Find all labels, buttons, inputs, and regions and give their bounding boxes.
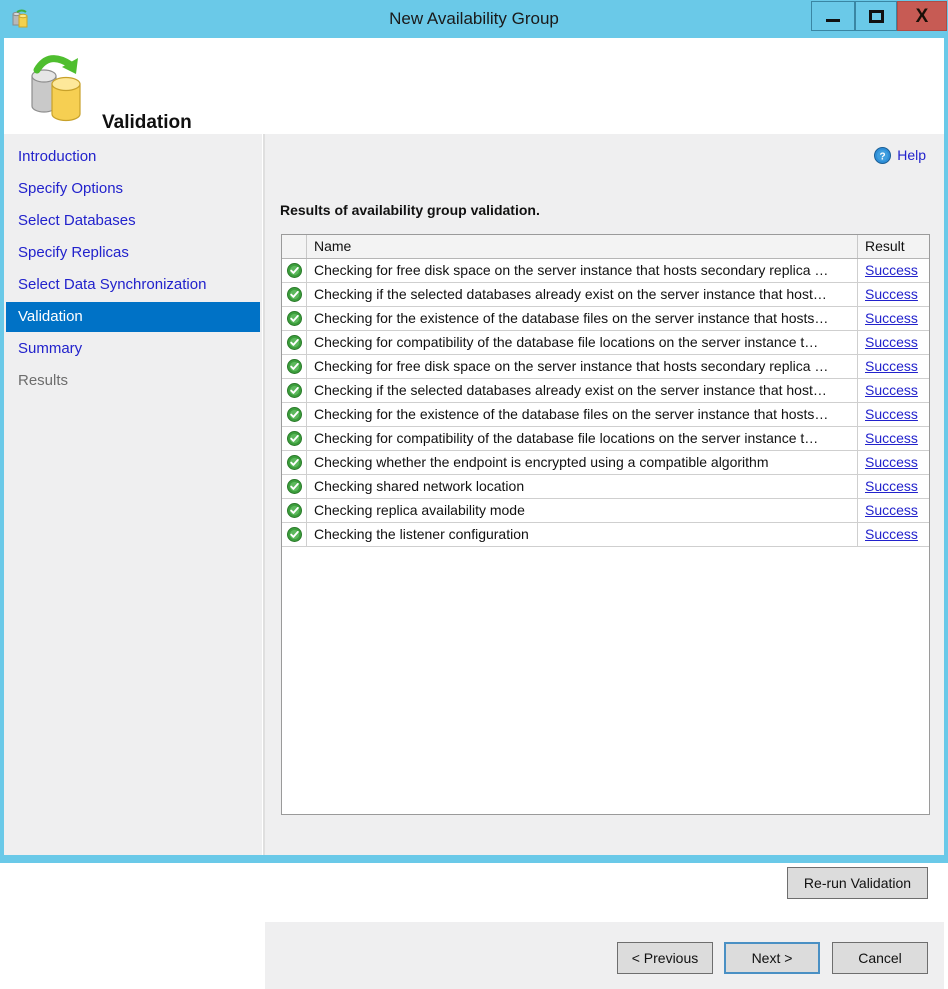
help-circle-icon: ? [874,147,891,164]
svg-text:?: ? [880,151,886,162]
table-row[interactable]: Checking for the existence of the databa… [282,307,929,331]
success-check-icon [282,523,307,546]
success-check-icon [282,499,307,522]
sidebar-item-specify-options[interactable]: Specify Options [6,174,260,204]
previous-button[interactable]: < Previous [617,942,713,974]
validation-check-name: Checking for free disk space on the serv… [307,259,858,282]
validation-result-cell: Success [858,307,929,330]
validation-result-cell: Success [858,451,929,474]
minimize-icon [826,19,840,22]
validation-result-cell: Success [858,331,929,354]
result-link[interactable]: Success [865,406,918,422]
validation-result-cell: Success [858,355,929,378]
result-link[interactable]: Success [865,382,918,398]
result-link[interactable]: Success [865,502,918,518]
validation-check-name: Checking for compatibility of the databa… [307,427,858,450]
next-button[interactable]: Next > [724,942,820,974]
sidebar-item-introduction[interactable]: Introduction [6,142,260,172]
validation-result-cell: Success [858,499,929,522]
maximize-button[interactable] [855,1,897,31]
result-link[interactable]: Success [865,334,918,350]
validation-check-name: Checking if the selected databases alrea… [307,379,858,402]
result-link[interactable]: Success [865,478,918,494]
table-row[interactable]: Checking for compatibility of the databa… [282,427,929,451]
help-link[interactable]: ? Help [874,145,926,165]
validation-check-name: Checking the listener configuration [307,523,858,546]
validation-check-name: Checking for compatibility of the databa… [307,331,858,354]
wizard-sidebar: Introduction Specify Options Select Data… [4,134,262,855]
validation-check-name: Checking for free disk space on the serv… [307,355,858,378]
validation-result-cell: Success [858,259,929,282]
success-check-icon [282,451,307,474]
success-check-icon [282,475,307,498]
validation-check-name: Checking whether the endpoint is encrypt… [307,451,858,474]
new-availability-group-window: New Availability Group X Valid [0,0,948,863]
minimize-button[interactable] [811,1,855,31]
sidebar-item-validation[interactable]: Validation [6,302,260,332]
validation-result-cell: Success [858,403,929,426]
table-row[interactable]: Checking for compatibility of the databa… [282,331,929,355]
column-header-result[interactable]: Result [858,235,929,258]
success-check-icon [282,355,307,378]
window-title: New Availability Group [0,0,948,38]
validation-result-cell: Success [858,523,929,546]
result-link[interactable]: Success [865,526,918,542]
validation-check-name: Checking replica availability mode [307,499,858,522]
title-bar: New Availability Group X [0,0,948,38]
close-icon: X [916,7,929,26]
table-row[interactable]: Checking if the selected databases alrea… [282,379,929,403]
table-row[interactable]: Checking for free disk space on the serv… [282,259,929,283]
table-row[interactable]: Checking for the existence of the databa… [282,403,929,427]
column-header-status[interactable] [282,235,307,258]
validation-result-cell: Success [858,427,929,450]
validation-result-cell: Success [858,379,929,402]
success-check-icon [282,331,307,354]
success-check-icon [282,427,307,450]
maximize-icon [869,10,884,23]
validation-check-name: Checking if the selected databases alrea… [307,283,858,306]
close-button[interactable]: X [897,1,947,31]
result-link[interactable]: Success [865,262,918,278]
sidebar-item-summary[interactable]: Summary [6,334,260,364]
success-check-icon [282,283,307,306]
footer-bar: < Previous Next > Cancel [265,922,944,989]
validation-result-cell: Success [858,475,929,498]
content-panel: ? Help Results of availability group val… [265,134,944,855]
table-row[interactable]: Checking shared network location Success [282,475,929,499]
results-caption: Results of availability group validation… [280,202,540,218]
cancel-button[interactable]: Cancel [832,942,928,974]
sidebar-item-select-data-synchronization[interactable]: Select Data Synchronization [6,270,260,300]
validation-check-name: Checking for the existence of the databa… [307,307,858,330]
sidebar-item-results: Results [6,366,260,396]
sidebar-item-select-databases[interactable]: Select Databases [6,206,260,236]
result-link[interactable]: Success [865,358,918,374]
success-check-icon [282,259,307,282]
success-check-icon [282,307,307,330]
database-sync-icon [18,46,94,126]
table-row[interactable]: Checking if the selected databases alrea… [282,283,929,307]
validation-check-name: Checking for the existence of the databa… [307,403,858,426]
window-body: Introduction Specify Options Select Data… [4,134,944,855]
sidebar-item-specify-replicas[interactable]: Specify Replicas [6,238,260,268]
validation-result-cell: Success [858,283,929,306]
table-row[interactable]: Checking for free disk space on the serv… [282,355,929,379]
page-header: Validation [4,38,944,134]
result-link[interactable]: Success [865,310,918,326]
page-title: Validation [102,112,192,134]
result-link[interactable]: Success [865,286,918,302]
table-row[interactable]: Checking whether the endpoint is encrypt… [282,451,929,475]
result-link[interactable]: Success [865,454,918,470]
table-body: Checking for free disk space on the serv… [282,259,929,547]
validation-results-list[interactable]: Name Result Checking for free disk space… [281,234,930,815]
table-header-row: Name Result [282,235,929,259]
success-check-icon [282,379,307,402]
table-row[interactable]: Checking the listener configuration Succe… [282,523,929,547]
result-link[interactable]: Success [865,430,918,446]
validation-check-name: Checking shared network location [307,475,858,498]
success-check-icon [282,403,307,426]
column-header-name[interactable]: Name [307,235,858,258]
re-run-validation-button[interactable]: Re-run Validation [787,867,928,899]
help-label: Help [897,147,926,163]
table-row[interactable]: Checking replica availability mode Succes… [282,499,929,523]
